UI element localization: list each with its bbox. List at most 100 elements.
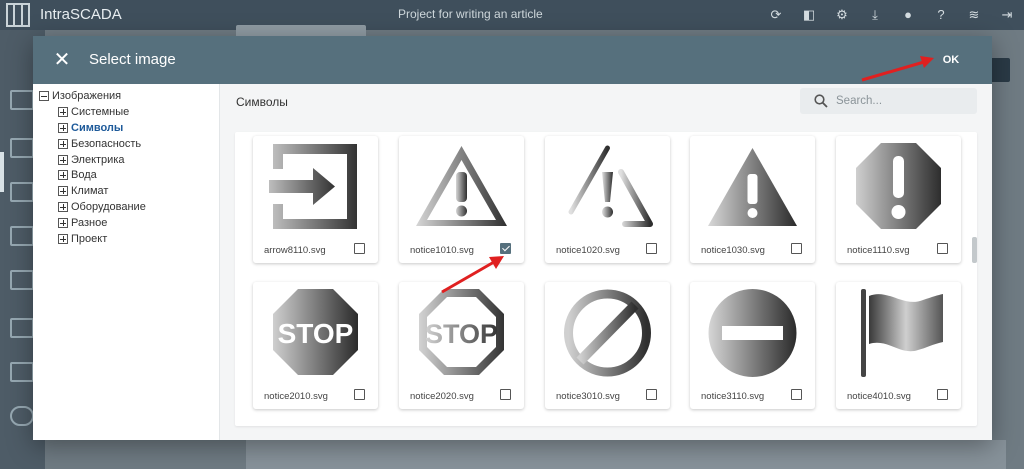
expand-icon[interactable]	[58, 155, 68, 165]
expand-icon[interactable]	[58, 234, 68, 244]
image-tile[interactable]: notice3010.svg	[545, 282, 670, 409]
select-checkbox[interactable]	[646, 243, 657, 254]
expand-icon[interactable]	[58, 107, 68, 117]
image-filename: notice3010.svg	[556, 391, 620, 402]
scrollbar-thumb[interactable]	[972, 237, 977, 263]
nav-user-icon[interactable]	[10, 406, 34, 426]
expand-icon[interactable]	[58, 202, 68, 212]
app-top-bar: IntraSCADA Project for writing an articl…	[0, 0, 1024, 30]
category-title: Символы	[236, 95, 288, 109]
app-logo	[6, 3, 30, 27]
image-filename: arrow8110.svg	[264, 245, 326, 256]
no-entry-icon	[708, 289, 797, 377]
select-checkbox[interactable]	[354, 389, 365, 400]
tree-root[interactable]: Изображения	[39, 89, 121, 103]
tree-item-symbols[interactable]: Символы	[58, 121, 123, 135]
select-image-dialog: ✕ Select image OK Изображения Системные …	[33, 36, 992, 440]
stop-sign-solid-icon: STOP	[273, 289, 358, 375]
select-checkbox[interactable]	[791, 389, 802, 400]
expand-icon[interactable]	[58, 123, 68, 133]
image-filename: notice1020.svg	[556, 245, 620, 256]
warning-triangle-thin-icon	[568, 145, 653, 227]
app-title: IntraSCADA	[40, 6, 122, 23]
image-tile[interactable]: notice4010.svg	[836, 282, 961, 409]
stop-sign-text: STOP	[425, 319, 498, 349]
prohibited-icon	[564, 289, 651, 377]
expand-icon[interactable]	[58, 218, 68, 228]
tree-item-electrical[interactable]: Электрика	[58, 153, 125, 167]
select-checkbox[interactable]	[937, 389, 948, 400]
active-nav-indicator	[0, 152, 4, 192]
image-tile[interactable]: arrow8110.svg	[253, 136, 378, 263]
project-title: Project for writing an article	[398, 7, 543, 21]
image-category-tree: Изображения Системные Символы Безопаснос…	[33, 84, 220, 440]
refresh-icon[interactable]: ⟳	[767, 6, 785, 24]
image-tile[interactable]: STOP notice2010.svg	[253, 282, 378, 409]
image-browser: Символы arrow8110.svg	[220, 84, 992, 440]
tree-item-label: Климат	[71, 185, 109, 197]
image-grid: arrow8110.svg notice1010.svg notice1020.…	[235, 132, 977, 426]
logout-icon[interactable]: ⇥	[998, 6, 1016, 24]
tree-item-climate[interactable]: Климат	[58, 184, 108, 198]
nav-document-icon[interactable]	[10, 182, 34, 202]
tree-root-label: Изображения	[52, 90, 122, 102]
tree-item-project[interactable]: Проект	[58, 232, 107, 246]
image-filename: notice1110.svg	[847, 245, 910, 256]
tree-item-equipment[interactable]: Оборудование	[58, 200, 146, 214]
flag-icon	[861, 289, 943, 377]
expand-icon[interactable]	[58, 170, 68, 180]
image-tile[interactable]: notice1030.svg	[690, 136, 815, 263]
nav-chip-icon[interactable]	[10, 90, 34, 110]
select-checkbox[interactable]	[500, 389, 511, 400]
download-icon[interactable]: ⤓	[866, 6, 884, 24]
nav-processor-icon[interactable]	[10, 226, 34, 246]
image-filename: notice3110.svg	[701, 391, 765, 402]
bug-icon[interactable]: ●	[899, 6, 917, 24]
tree-item-label: Разное	[71, 217, 108, 229]
nav-monitor-icon[interactable]	[10, 138, 34, 158]
image-tile[interactable]: notice1110.svg	[836, 136, 961, 263]
image-filename: notice4010.svg	[847, 391, 911, 402]
ok-button[interactable]: OK	[933, 50, 969, 70]
image-tile[interactable]: STOP notice2020.svg	[399, 282, 524, 409]
expand-icon[interactable]	[58, 139, 68, 149]
preview-icon[interactable]: ◧	[800, 6, 818, 24]
search-box[interactable]	[800, 88, 977, 114]
image-tile[interactable]: notice3110.svg	[690, 282, 815, 409]
background-panel	[246, 440, 1006, 469]
nav-database-icon[interactable]	[10, 318, 34, 338]
select-checkbox[interactable]	[937, 243, 948, 254]
collapse-icon[interactable]	[39, 91, 49, 101]
image-tile[interactable]: notice1010.svg	[399, 136, 524, 263]
warning-triangle-solid-icon	[708, 148, 797, 226]
search-input[interactable]	[836, 92, 971, 110]
tree-item-label: Системные	[71, 106, 130, 118]
image-filename: notice2020.svg	[410, 391, 474, 402]
tree-item-water[interactable]: Вода	[58, 168, 97, 182]
top-toolbar: ⟳ ◧ ⚙ ⤓ ● ? ≋ ⇥	[767, 6, 1016, 24]
tree-item-label: Вода	[71, 169, 97, 181]
expand-icon[interactable]	[58, 186, 68, 196]
tree-item-system[interactable]: Системные	[58, 105, 129, 119]
select-checkbox[interactable]	[500, 243, 511, 254]
wifi-icon[interactable]: ≋	[965, 6, 983, 24]
warning-triangle-outline-icon	[416, 146, 507, 226]
nav-chart-icon[interactable]	[10, 270, 34, 290]
select-checkbox[interactable]	[646, 389, 657, 400]
image-tile[interactable]: notice1020.svg	[545, 136, 670, 263]
settings-icon[interactable]: ⚙	[833, 6, 851, 24]
warning-octagon-icon	[856, 143, 941, 229]
image-filename: notice1030.svg	[701, 245, 765, 256]
tree-item-label: Проект	[71, 233, 108, 245]
tree-item-safety[interactable]: Безопасность	[58, 137, 141, 151]
nav-stack-icon[interactable]	[10, 362, 34, 382]
close-icon[interactable]: ✕	[51, 49, 73, 71]
tree-item-misc[interactable]: Разное	[58, 216, 107, 230]
help-icon[interactable]: ?	[932, 6, 950, 24]
select-checkbox[interactable]	[354, 243, 365, 254]
stop-sign-outline-icon: STOP	[419, 289, 504, 375]
select-checkbox[interactable]	[791, 243, 802, 254]
tree-item-label: Безопасность	[71, 138, 142, 150]
background-button	[990, 58, 1010, 82]
tree-item-label: Оборудование	[71, 201, 146, 213]
